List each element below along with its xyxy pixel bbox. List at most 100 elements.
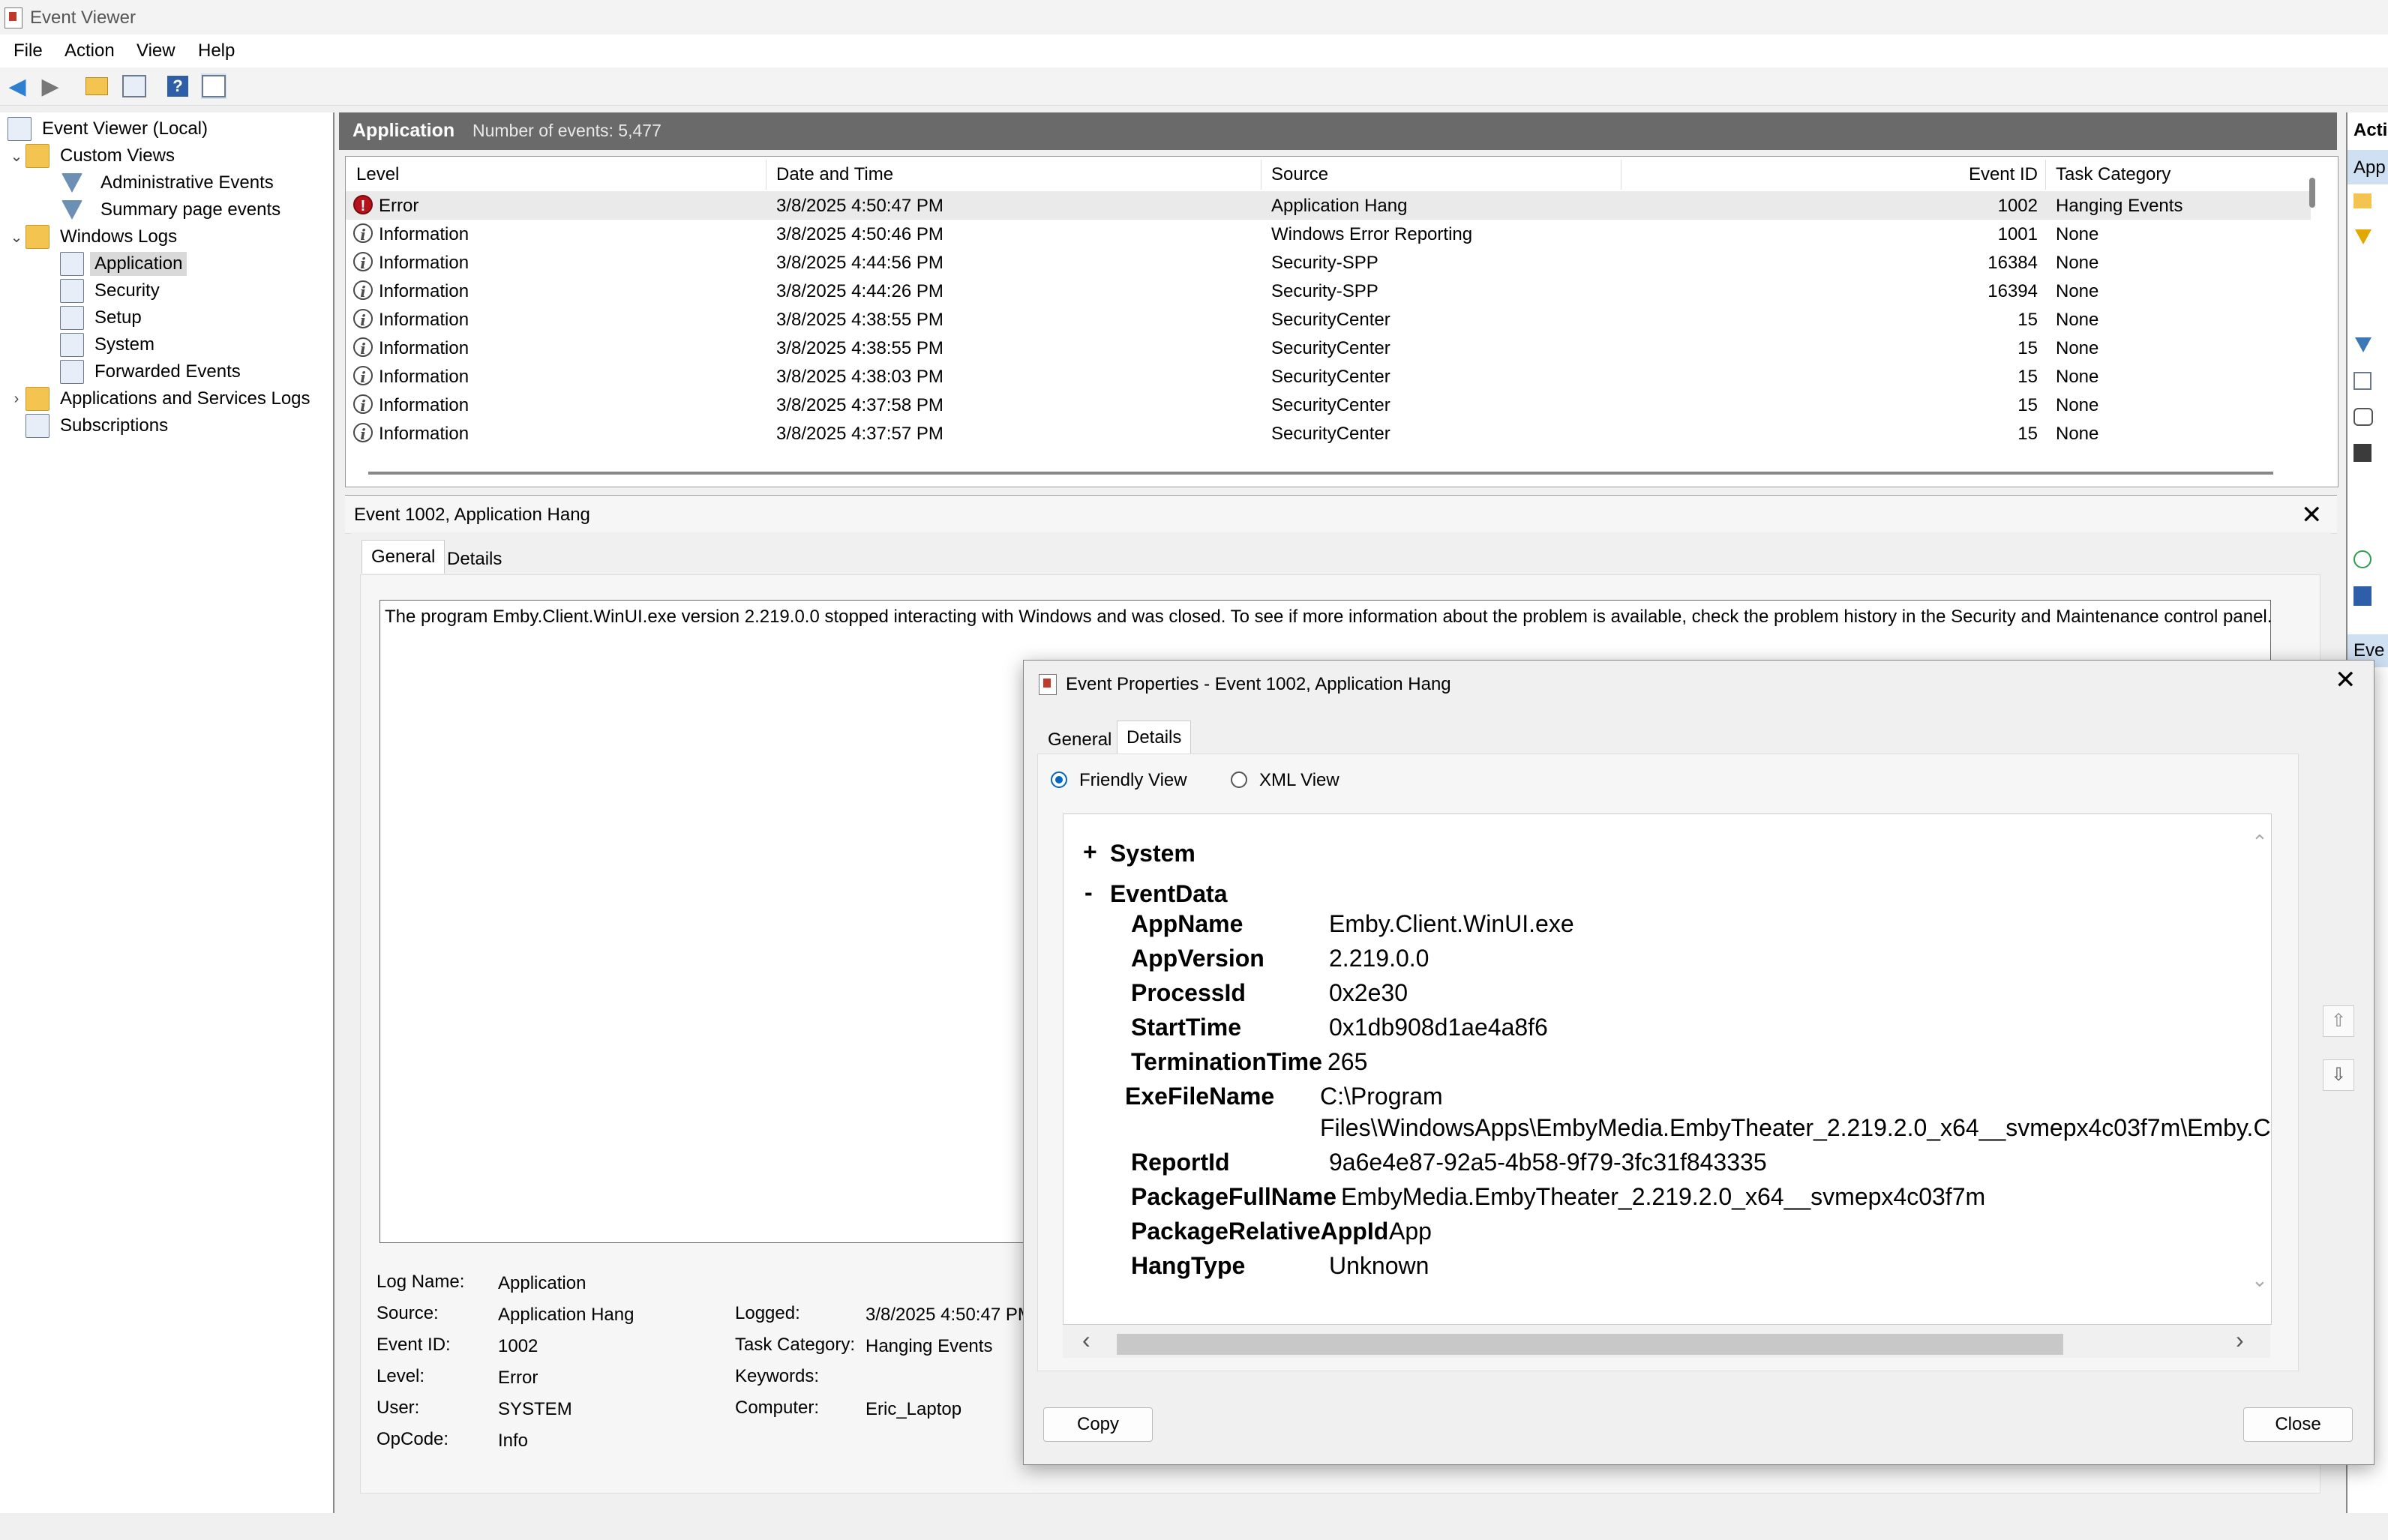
field-value: EmbyMedia.EmbyTheater_2.219.2.0_x64__svm…	[1341, 1183, 1986, 1210]
chevron-right-icon[interactable]: ›	[8, 391, 26, 408]
friendly-view-radio[interactable]	[1051, 771, 1067, 788]
tree-item-system[interactable]: System	[60, 331, 159, 358]
table-row[interactable]: i Information 3/8/2025 4:37:58 PM SecurityC…	[346, 391, 2311, 419]
menu-bar: File Action View Help	[0, 34, 2388, 67]
level-cell: Information	[379, 424, 470, 444]
refresh-icon[interactable]	[2354, 550, 2372, 568]
open-folder-icon[interactable]	[2354, 193, 2372, 208]
field-key: AppVersion	[1131, 945, 1264, 972]
date-cell: 3/8/2025 4:44:26 PM	[776, 281, 944, 301]
tree-item-root[interactable]: Event Viewer (Local)	[8, 115, 212, 142]
table-row[interactable]: i Information 3/8/2025 4:38:03 PM SecurityC…	[346, 362, 2311, 391]
log-icon	[60, 252, 84, 276]
tab-general[interactable]: General	[362, 540, 446, 574]
info-icon: i	[353, 366, 373, 386]
column-divider[interactable]	[1261, 160, 1262, 190]
dialog-tab-general[interactable]: General	[1039, 724, 1120, 757]
copy-button[interactable]: Copy	[1043, 1407, 1153, 1442]
preview-header: Event 1002, Application Hang ✕	[345, 495, 2337, 534]
tree-item-app-services-logs[interactable]: › Applications and Services Logs	[8, 385, 315, 412]
tree-item-forwarded-events[interactable]: Forwarded Events	[60, 358, 245, 385]
log-header: Application Number of events: 5,477	[339, 112, 2337, 150]
table-row[interactable]: i Information 3/8/2025 4:38:55 PM SecurityC…	[346, 305, 2311, 334]
source-cell: SecurityCenter	[1271, 395, 1390, 415]
menu-view[interactable]: View	[136, 40, 176, 61]
event-viewer-icon	[1039, 674, 1057, 695]
table-row[interactable]: ! Error 3/8/2025 4:50:47 PM Application Han…	[346, 191, 2311, 220]
filter-icon[interactable]	[2355, 337, 2372, 352]
panel-icon[interactable]	[201, 73, 226, 99]
table-row[interactable]: i Information 3/8/2025 4:37:57 PM SecurityC…	[346, 419, 2311, 448]
help-icon[interactable]	[2354, 586, 2372, 606]
user-value: SYSTEM	[498, 1399, 572, 1419]
column-source[interactable]: Source	[1271, 164, 1328, 185]
actions-app-section[interactable]: App	[2348, 150, 2388, 184]
friendly-view-label[interactable]: Friendly View	[1079, 770, 1187, 791]
tree-item-summary-events[interactable]: Summary page events	[60, 196, 285, 223]
table-row[interactable]: i Information 3/8/2025 4:44:26 PM Security-…	[346, 277, 2311, 305]
dialog-tab-details[interactable]: Details	[1117, 721, 1192, 754]
source-cell: SecurityCenter	[1271, 367, 1390, 387]
event-data-fields: AppName Emby.Client.WinUI.exe AppVersion 2.…	[1064, 814, 2271, 1324]
scrollbar-thumb[interactable]	[1117, 1334, 2063, 1355]
tree-item-subscriptions[interactable]: Subscriptions	[26, 412, 172, 439]
table-row[interactable]: i Information 3/8/2025 4:44:56 PM Security-…	[346, 248, 2311, 277]
back-arrow-icon[interactable]: ◀	[4, 73, 30, 99]
tree-item-custom-views[interactable]: ⌄ Custom Views	[8, 142, 179, 169]
filter-icon	[62, 200, 82, 220]
find-icon[interactable]	[2354, 408, 2373, 426]
menu-file[interactable]: File	[14, 40, 43, 61]
chevron-down-icon[interactable]: ⌄	[8, 228, 26, 247]
event-id-cell: 16394	[1988, 281, 2038, 301]
horizontal-scrollbar[interactable]: ‹ ›	[1063, 1325, 2270, 1358]
filter-icon[interactable]	[2355, 229, 2372, 244]
horizontal-scrollbar[interactable]	[368, 472, 2273, 475]
preview-title: Event 1002, Application Hang	[354, 505, 590, 525]
close-button[interactable]: Close	[2243, 1407, 2353, 1442]
save-icon[interactable]	[2354, 444, 2372, 462]
source-cell: Security-SPP	[1271, 281, 1378, 301]
tree-item-setup[interactable]: Setup	[60, 304, 146, 331]
tree-item-admin-events[interactable]: Administrative Events	[60, 169, 278, 196]
tab-details[interactable]: Details	[438, 543, 511, 576]
properties-icon[interactable]	[122, 73, 147, 99]
event-id-cell: 15	[2018, 395, 2038, 415]
opcode-value: Info	[498, 1431, 529, 1451]
column-task-category[interactable]: Task Category	[2056, 164, 2170, 185]
vertical-scrollbar[interactable]	[2309, 178, 2315, 208]
date-cell: 3/8/2025 4:50:47 PM	[776, 196, 944, 216]
tree-item-application[interactable]: Application	[60, 250, 188, 277]
help-icon[interactable]: ?	[165, 73, 190, 99]
event-id-cell: 15	[2018, 310, 2038, 330]
chevron-right-icon[interactable]: ›	[2236, 1326, 2244, 1354]
table-row[interactable]: i Information 3/8/2025 4:50:46 PM Windows E…	[346, 220, 2311, 248]
menu-help[interactable]: Help	[198, 40, 235, 61]
source-value: Application Hang	[498, 1305, 634, 1325]
xml-view-label[interactable]: XML View	[1259, 770, 1340, 791]
column-divider[interactable]	[1621, 160, 1622, 190]
chevron-up-icon[interactable]: ⌃	[2252, 831, 2268, 854]
column-date[interactable]: Date and Time	[776, 164, 893, 185]
menu-action[interactable]: Action	[64, 40, 115, 61]
close-icon[interactable]: ✕	[2335, 665, 2356, 695]
field-value: 2.219.0.0	[1329, 945, 1430, 972]
open-folder-icon[interactable]	[84, 73, 110, 99]
tree-item-security[interactable]: Security	[60, 277, 164, 304]
event-id-cell: 15	[2018, 338, 2038, 358]
column-divider[interactable]	[2045, 160, 2046, 190]
chevron-down-icon[interactable]: ⌄	[2252, 1269, 2268, 1292]
field-key: TerminationTime	[1131, 1048, 1322, 1075]
forward-arrow-icon[interactable]: ▶	[38, 73, 63, 99]
column-event-id[interactable]: Event ID	[1910, 164, 2038, 185]
xml-view-radio[interactable]	[1231, 771, 1247, 788]
field-key: ReportId	[1131, 1149, 1230, 1176]
tree-item-windows-logs[interactable]: ⌄ Windows Logs	[8, 223, 182, 250]
previous-event-arrow-icon[interactable]: ⇧	[2323, 1005, 2354, 1037]
properties-icon[interactable]	[2354, 372, 2372, 390]
chevron-down-icon[interactable]: ⌄	[8, 147, 26, 166]
close-icon[interactable]: ✕	[2301, 500, 2323, 530]
column-level[interactable]: Level	[356, 164, 399, 185]
chevron-left-icon[interactable]: ‹	[1082, 1326, 1090, 1354]
next-event-arrow-icon[interactable]: ⇩	[2323, 1059, 2354, 1091]
table-row[interactable]: i Information 3/8/2025 4:38:55 PM SecurityC…	[346, 334, 2311, 362]
